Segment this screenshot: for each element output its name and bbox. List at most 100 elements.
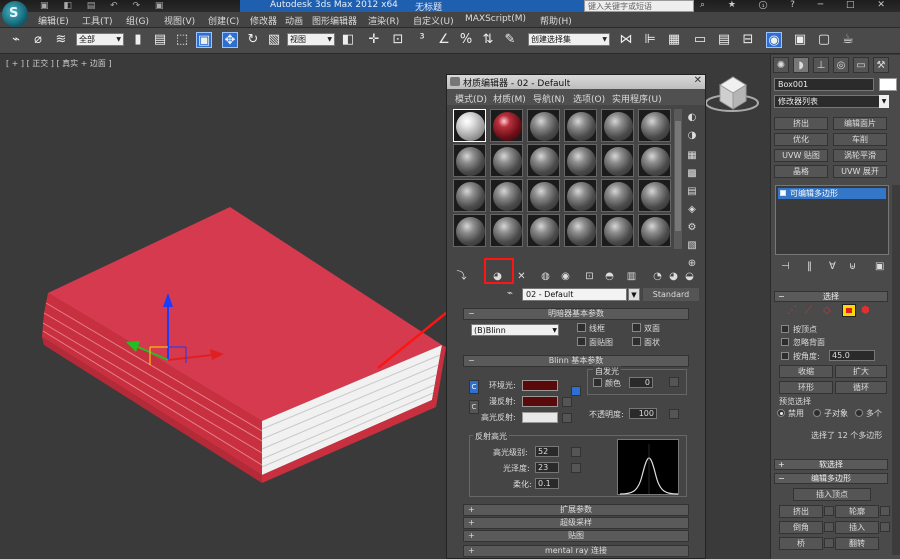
modifier-button-turbosmooth[interactable]: 涡轮平滑: [833, 149, 887, 162]
search-input[interactable]: 键入关键字或短语: [584, 0, 694, 12]
get-material-icon[interactable]: ⤵: [455, 270, 468, 283]
wire-checkbox[interactable]: [577, 323, 586, 332]
viewcube[interactable]: [705, 76, 759, 112]
preview-subobject-radio[interactable]: [813, 409, 821, 417]
quick-access-icons[interactable]: ▣ ◧ ▤ ↶ ↷ ▣: [40, 1, 169, 11]
bridge-button[interactable]: 桥: [779, 537, 823, 550]
display-tab-icon[interactable]: ▭: [853, 57, 869, 73]
render-production-icon[interactable]: ☕: [840, 32, 856, 48]
menu-help[interactable]: 帮助(H): [540, 14, 572, 27]
make-unique-icon[interactable]: ∀: [829, 261, 836, 272]
mat-menu-navigation[interactable]: 导航(N): [533, 92, 565, 105]
unlink-icon[interactable]: ⌀: [30, 32, 46, 48]
align-icon[interactable]: ⊫: [642, 32, 658, 48]
sample-slot[interactable]: [453, 109, 486, 142]
specular-map-button[interactable]: [562, 413, 572, 423]
maps-rollout[interactable]: + 贴图: [463, 530, 689, 542]
sample-slot[interactable]: [638, 179, 671, 212]
modifier-button-edit-patch[interactable]: 编辑面片: [833, 117, 887, 130]
sample-slot[interactable]: [601, 214, 634, 247]
bevel-settings-button[interactable]: [824, 522, 834, 532]
by-vertex-checkbox[interactable]: [781, 325, 789, 333]
menu-graph-editors[interactable]: 图形编辑器: [312, 14, 357, 27]
outline-button[interactable]: 轮廓: [835, 505, 879, 518]
sample-slot[interactable]: [453, 179, 486, 212]
by-angle-checkbox[interactable]: [781, 352, 789, 360]
show-end-result-icon[interactable]: ◓: [603, 270, 616, 283]
mat-menu-utilities[interactable]: 实用程序(U): [612, 92, 662, 105]
self-illum-color-checkbox[interactable]: [593, 378, 602, 387]
face-map-checkbox[interactable]: [577, 337, 586, 346]
chevron-down-icon[interactable]: ▼: [879, 95, 889, 108]
ignore-backface-checkbox[interactable]: [781, 338, 789, 346]
pick-material-icon[interactable]: ◕: [667, 270, 680, 283]
modifier-button-uvw-map[interactable]: UVW 贴图: [774, 149, 828, 162]
sample-slot[interactable]: [564, 179, 597, 212]
sample-slot[interactable]: [601, 179, 634, 212]
menu-create[interactable]: 创建(C): [208, 14, 239, 27]
sample-slot[interactable]: [527, 214, 560, 247]
sample-slot[interactable]: [601, 109, 634, 142]
diffuse-color-swatch[interactable]: [522, 396, 558, 407]
app-logo-icon[interactable]: S: [2, 1, 28, 27]
sample-slot[interactable]: [490, 214, 523, 247]
insert-vertex-button[interactable]: 插入顶点: [793, 488, 871, 501]
modifier-button-lathe[interactable]: 车削: [833, 133, 887, 146]
selection-rollout[interactable]: − 选择: [774, 291, 888, 302]
blinn-basic-rollout[interactable]: − Blinn 基本参数: [463, 355, 689, 367]
specular-level-map-button[interactable]: [571, 447, 581, 457]
modifier-button-lattice[interactable]: 晶格: [774, 165, 828, 178]
flip-button[interactable]: 翻转: [835, 537, 879, 550]
polygon-icon[interactable]: [842, 304, 856, 317]
diffuse-map-button[interactable]: [562, 397, 572, 407]
border-icon[interactable]: ◇: [823, 305, 831, 316]
specular-level-value[interactable]: 52: [535, 446, 559, 457]
two-sided-checkbox[interactable]: [632, 323, 641, 332]
sample-uv-icon[interactable]: ▩: [685, 167, 699, 181]
go-forward-sibling-icon[interactable]: ◔: [651, 270, 664, 283]
material-editor-icon[interactable]: ◉: [766, 32, 782, 48]
edge-icon[interactable]: ⟋: [805, 305, 812, 316]
vertex-icon[interactable]: ⋰: [787, 305, 797, 316]
specular-color-swatch[interactable]: [522, 412, 558, 423]
bind-spacewarp-icon[interactable]: ≋: [53, 32, 69, 48]
background-icon[interactable]: ▦: [685, 149, 699, 163]
rect-selection-icon[interactable]: ⬚: [174, 32, 190, 48]
select-by-material-icon[interactable]: ▧: [685, 239, 699, 253]
create-tab-icon[interactable]: ✺: [773, 57, 789, 73]
ring-button[interactable]: 环形: [779, 381, 833, 394]
mirror-icon[interactable]: ⋈: [618, 32, 634, 48]
shader-dropdown[interactable]: (B)Blinn: [471, 324, 559, 336]
glossiness-map-button[interactable]: [571, 463, 581, 473]
extended-params-rollout[interactable]: + 扩展参数: [463, 504, 689, 516]
video-color-check-icon[interactable]: ▤: [685, 185, 699, 199]
lightbulb-icon[interactable]: [780, 190, 786, 196]
sample-slot[interactable]: [453, 214, 486, 247]
extrude-settings-button[interactable]: [824, 506, 834, 516]
graphite-toggle-icon[interactable]: ▭: [692, 32, 708, 48]
sample-slot[interactable]: [564, 214, 597, 247]
modifier-button-optimize[interactable]: 优化: [774, 133, 828, 146]
rendered-frame-icon[interactable]: ▢: [816, 32, 832, 48]
delete-icon[interactable]: ✕: [515, 270, 528, 283]
color-lock-button[interactable]: C: [469, 400, 479, 414]
select-move-icon[interactable]: ✥: [222, 32, 238, 48]
material-type-button[interactable]: Standard: [643, 288, 699, 301]
shader-basic-rollout[interactable]: − 明暗器基本参数: [463, 308, 689, 320]
preview-disabled-radio[interactable]: [777, 409, 785, 417]
slots-scrollbar[interactable]: [674, 109, 682, 249]
select-by-name-icon[interactable]: ▤: [152, 32, 168, 48]
faceted-checkbox[interactable]: [632, 337, 641, 346]
shrink-button[interactable]: 收缩: [779, 365, 833, 378]
mat-menu-modes[interactable]: 模式(D): [455, 92, 487, 105]
object-name-field[interactable]: Box001: [774, 78, 874, 91]
element-icon[interactable]: ⬢: [861, 305, 870, 316]
material-id-icon[interactable]: ◉: [559, 270, 572, 283]
percent-snap-icon[interactable]: %: [458, 32, 474, 48]
menu-modifiers[interactable]: 修改器: [250, 14, 277, 27]
undo-link-icon[interactable]: ⌁: [8, 32, 24, 48]
grow-button[interactable]: 扩大: [835, 365, 887, 378]
motion-tab-icon[interactable]: ◎: [833, 57, 849, 73]
sample-slot[interactable]: [490, 109, 523, 142]
select-scale-icon[interactable]: ▧: [266, 32, 282, 48]
